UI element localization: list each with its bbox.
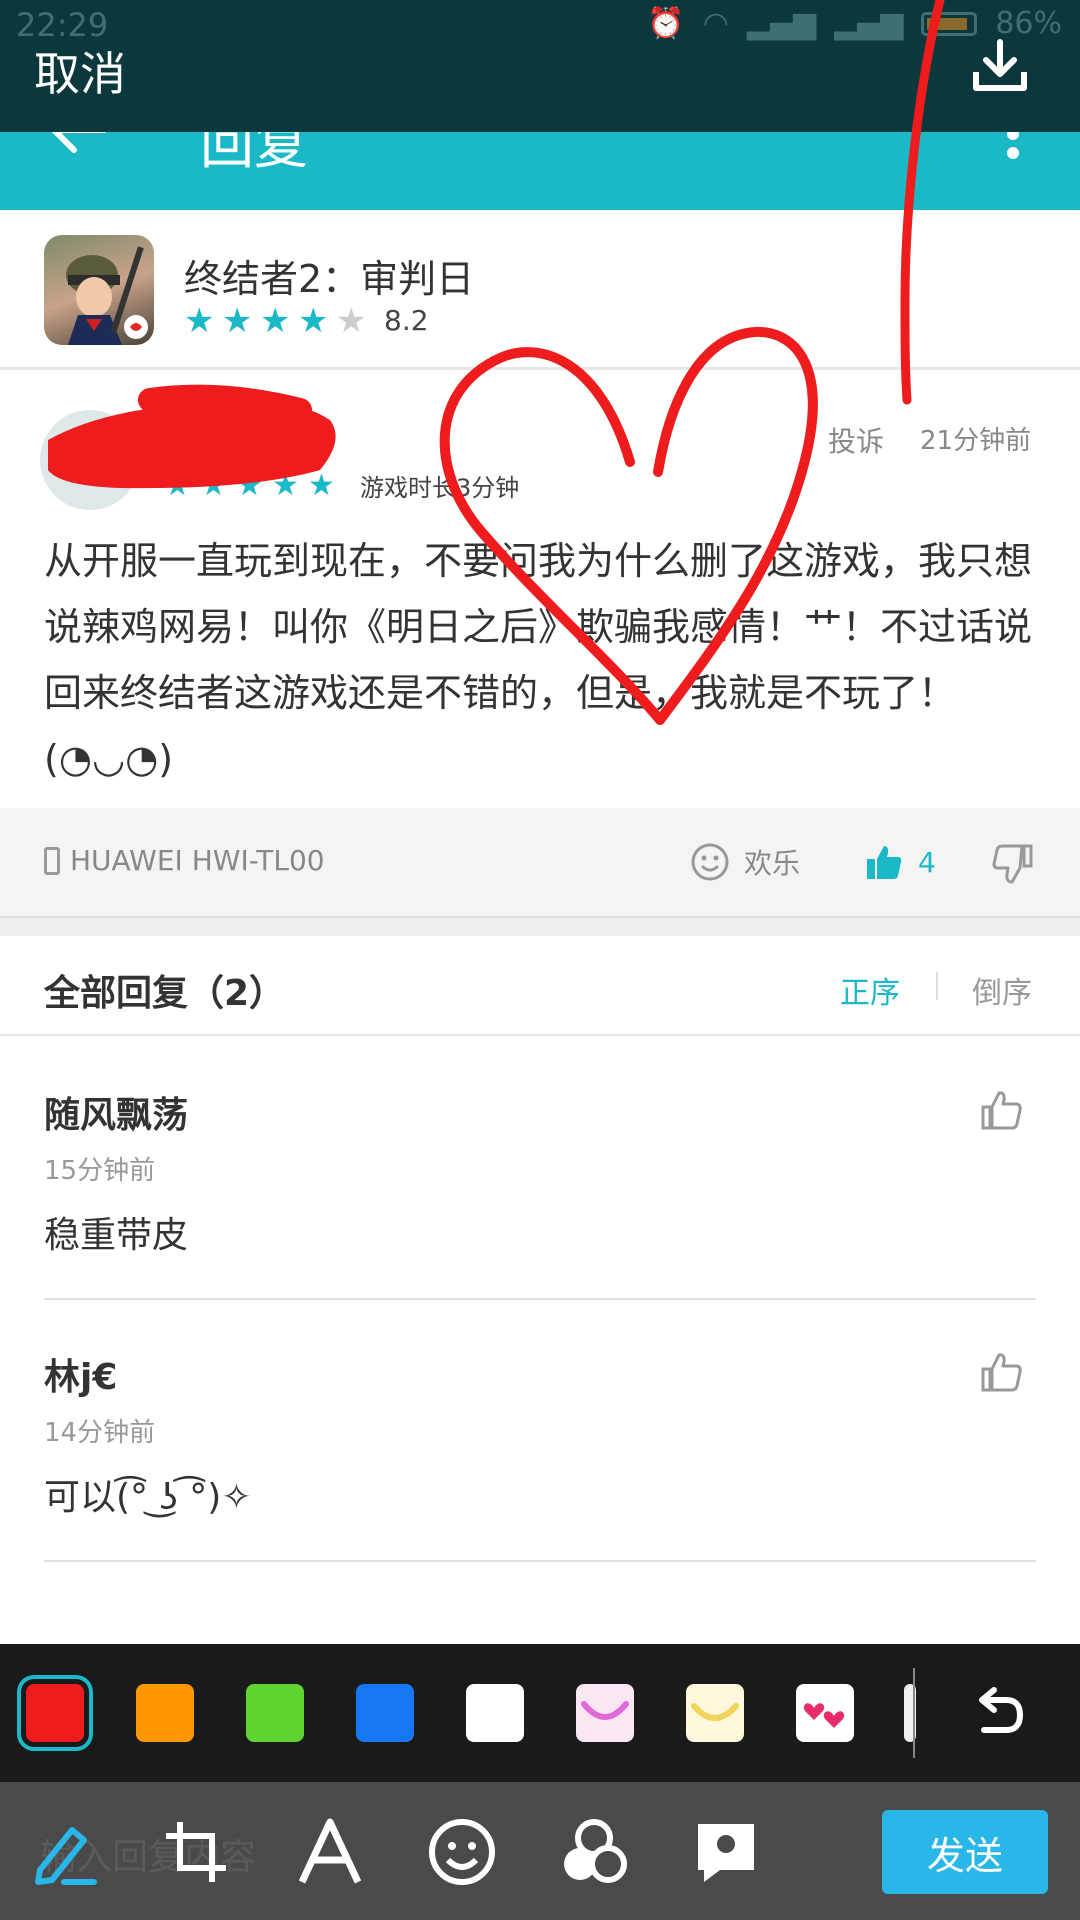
color-swatch-orange[interactable]: [136, 1684, 194, 1742]
mosaic-icon[interactable]: [558, 1816, 630, 1888]
mood-button[interactable]: 欢乐: [690, 842, 800, 882]
download-icon[interactable]: [970, 36, 1030, 96]
wifi-icon: ◠: [702, 6, 729, 41]
replies-header: 全部回复（2） 正序 倒序: [0, 936, 1080, 1036]
game-name: 终结者2：审判日: [184, 257, 475, 301]
brush-pink-wave[interactable]: [576, 1684, 634, 1742]
game-icon: [44, 235, 154, 345]
star-icon: ★: [260, 300, 291, 341]
brush-yellow-wave[interactable]: [686, 1684, 744, 1742]
game-info-row[interactable]: 终结者2：审判日 ★ ★ ★ ★ ★ 8.2: [0, 210, 1080, 370]
device-name: HUAWEI HWI-TL00: [70, 844, 325, 877]
star-icon: ★: [298, 300, 329, 341]
reply-author: 林j€: [44, 1357, 118, 1398]
star-icon: ★: [222, 300, 253, 341]
section-divider: [0, 918, 1080, 936]
sort-asc-button[interactable]: 正序: [840, 968, 900, 1012]
reply-text: 可以(͡° ͜ʖ ͡°)✧: [44, 1477, 252, 1518]
like-count: 4: [918, 845, 936, 879]
game-rating: ★ ★ ★ ★ ★ 8.2: [184, 300, 429, 341]
star-icon: ★: [272, 467, 299, 503]
color-swatch-red[interactable]: [26, 1684, 84, 1742]
battery-icon: [921, 11, 978, 36]
star-empty-icon: ★: [336, 300, 367, 341]
thumbs-up-icon: [867, 846, 902, 879]
thumbs-up-icon[interactable]: [980, 1088, 1024, 1132]
reply-time: 14分钟前: [44, 1418, 156, 1448]
pen-icon[interactable]: [28, 1816, 100, 1888]
signal-icon: ▂▄▆: [746, 6, 817, 41]
brush-hearts[interactable]: [796, 1684, 854, 1742]
star-icon: ★: [184, 300, 215, 341]
color-swatch-blue[interactable]: [356, 1684, 414, 1742]
replies-title: 全部回复（2）: [44, 973, 286, 1014]
sticker-icon[interactable]: [426, 1816, 498, 1888]
review-text: 从开服一直玩到现在，不要问我为什么删了这游戏，我只想说辣鸡网易！叫你《明日之后》…: [44, 539, 1033, 781]
signal-icon-2: ▂▄▆: [834, 6, 904, 41]
sort-divider: [936, 972, 938, 1000]
review-time: 21分钟前: [920, 426, 1032, 456]
thumbs-up-icon[interactable]: [980, 1350, 1024, 1394]
like-button[interactable]: 4: [864, 842, 936, 882]
review-rating: ★ ★ ★ ★ ★ 游戏时长3分钟: [164, 468, 519, 503]
editor-tools-bar: 输入回复内容 发送: [0, 1782, 1080, 1920]
reply-time: 15分钟前: [44, 1156, 156, 1186]
color-swatch-green[interactable]: [246, 1684, 304, 1742]
color-swatch-white[interactable]: [466, 1684, 524, 1742]
star-icon: ★: [308, 467, 335, 503]
phone-icon: [44, 846, 60, 875]
crop-icon[interactable]: [160, 1816, 232, 1888]
reply-item[interactable]: 随风飘荡 15分钟前 稳重带皮: [44, 1038, 1036, 1300]
editor-top-bar: 22:29 ⏰ ◠ ▂▄▆ ▂▄▆ 86% 取消: [0, 0, 1080, 132]
reply-text: 稳重带皮: [44, 1215, 189, 1256]
report-button[interactable]: 投诉: [828, 420, 884, 460]
reply-author: 随风飘荡: [44, 1095, 189, 1136]
thumbs-down-icon[interactable]: [990, 842, 1034, 886]
star-icon: ★: [200, 467, 227, 503]
star-icon: ★: [236, 467, 263, 503]
palette-divider: [913, 1668, 915, 1758]
playtime: 游戏时长3分钟: [360, 474, 520, 502]
send-button[interactable]: 发送: [882, 1810, 1048, 1894]
smile-icon: [691, 843, 729, 881]
reply-item[interactable]: 林j€ 14分钟前 可以(͡° ͜ʖ ͡°)✧: [44, 1300, 1036, 1562]
undo-icon[interactable]: [968, 1684, 1028, 1744]
alarm-icon: ⏰: [647, 6, 685, 41]
color-palette: [0, 1644, 1080, 1782]
review-footer: HUAWEI HWI-TL00 欢乐 4: [0, 808, 1080, 918]
game-score: 8.2: [384, 304, 429, 337]
mood-label: 欢乐: [744, 847, 801, 880]
redaction-scribble-2: [138, 384, 312, 422]
text-icon[interactable]: [294, 1816, 366, 1888]
cancel-button[interactable]: 取消: [34, 38, 126, 104]
avatar[interactable]: [40, 410, 140, 510]
sort-desc-button[interactable]: 倒序: [972, 968, 1032, 1012]
pin-icon[interactable]: [690, 1816, 762, 1888]
device-info: HUAWEI HWI-TL00: [44, 844, 325, 877]
star-icon: ★: [164, 467, 191, 503]
